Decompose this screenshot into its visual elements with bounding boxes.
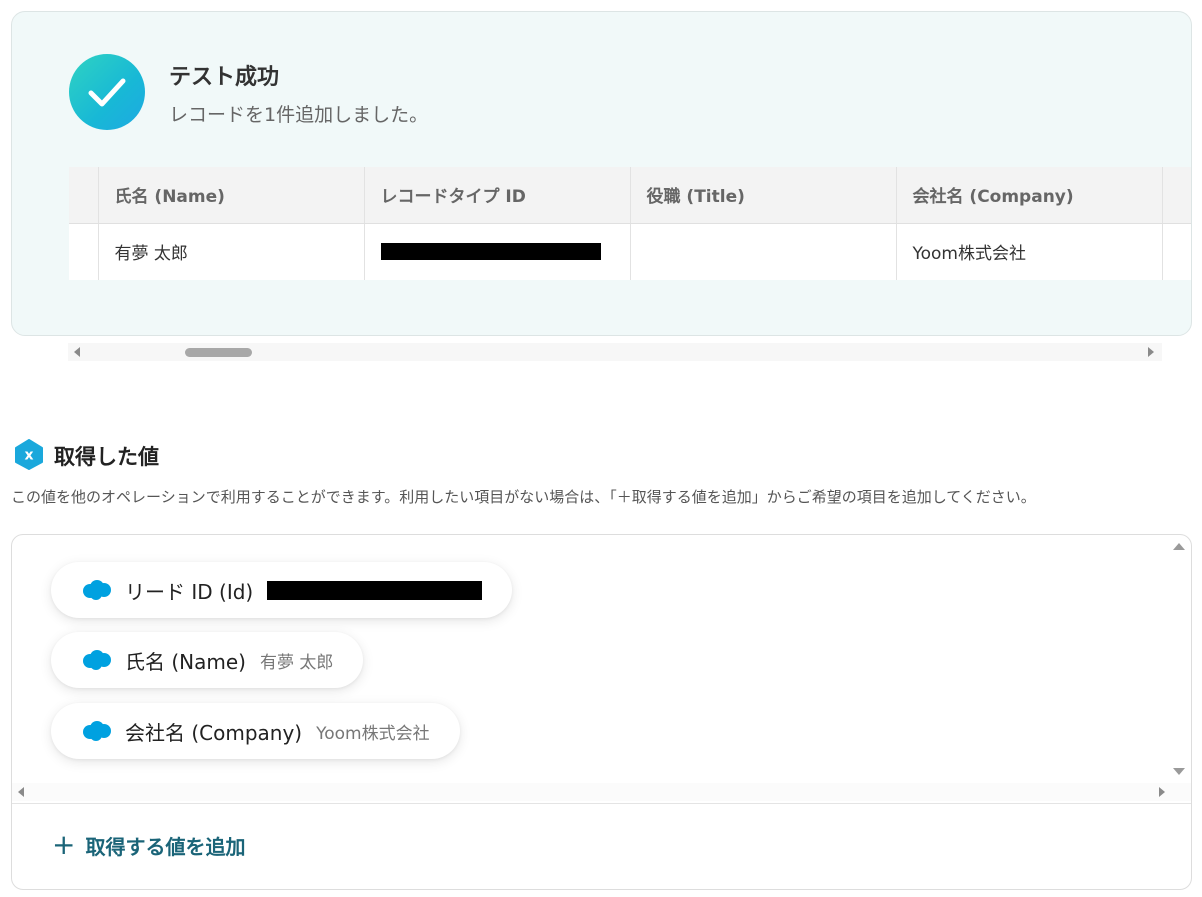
acquired-values-panel: リード ID (Id) 氏名 (Name) 有夢 太郎 会社名 (Company…	[11, 534, 1192, 890]
table-header-row: 氏名 (Name) レコードタイプ ID 役職 (Title) 会社名 (Com…	[69, 167, 1191, 224]
add-value-label: 取得する値を追加	[85, 834, 246, 859]
test-success-card: テスト成功 レコードを1件追加しました。 氏名 (Name) レコードタイプ I…	[11, 11, 1192, 336]
column-header: 役職 (Title)	[629, 167, 896, 224]
success-message: レコードを1件追加しました。	[169, 104, 429, 126]
scroll-left-icon[interactable]	[18, 787, 24, 797]
scroll-up-icon[interactable]	[1173, 543, 1185, 550]
add-value-button[interactable]: + 取得する値を追加	[52, 825, 245, 865]
section-description: この値を他のオペレーションで利用することができます。利用したい項目がない場合は、…	[11, 488, 1036, 506]
divider	[12, 803, 1191, 804]
column-header: レコードタイプ ID	[363, 167, 630, 224]
row-index-cell	[69, 223, 98, 280]
table-cell-redacted	[363, 223, 630, 280]
plus-icon: +	[52, 828, 76, 861]
value-chip-label: 氏名 (Name)	[125, 649, 246, 674]
table-cell	[629, 223, 896, 280]
salesforce-cloud-icon	[83, 650, 111, 670]
scroll-right-icon[interactable]	[1159, 787, 1165, 797]
value-chip-lead-id[interactable]: リード ID (Id)	[51, 562, 513, 618]
table-horizontal-scrollbar[interactable]	[68, 343, 1162, 361]
result-table: 氏名 (Name) レコードタイプ ID 役職 (Title) 会社名 (Com…	[69, 167, 1191, 280]
scroll-right-icon[interactable]	[1148, 347, 1154, 357]
column-header: 氏名 (Name)	[97, 167, 364, 224]
value-chip-label: 会社名 (Company)	[125, 720, 303, 745]
column-header: 会社名 (Company)	[895, 167, 1162, 224]
value-chip-company[interactable]: 会社名 (Company) Yoom株式会社	[51, 703, 460, 759]
redaction-bar	[380, 243, 601, 261]
salesforce-cloud-icon	[83, 580, 111, 600]
table-cell: Yoom株式会社	[895, 223, 1162, 280]
table-cell-overflow	[1161, 223, 1191, 280]
value-chip-label: リード ID (Id)	[125, 579, 254, 604]
panel-horizontal-scrollbar[interactable]	[12, 783, 1191, 801]
row-index-header	[69, 167, 98, 224]
svg-text:x: x	[24, 448, 33, 464]
scroll-down-icon[interactable]	[1173, 768, 1185, 775]
value-chip-value: Yoom株式会社	[316, 723, 430, 744]
table-row: 有夢 太郎 Yoom株式会社	[69, 223, 1191, 280]
redaction-bar	[267, 580, 483, 600]
scroll-left-icon[interactable]	[74, 347, 80, 357]
table-cell: 有夢 太郎	[97, 223, 364, 280]
value-chip-name[interactable]: 氏名 (Name) 有夢 太郎	[51, 632, 364, 688]
yoom-x-icon: x	[15, 439, 43, 470]
success-title: テスト成功	[169, 65, 280, 90]
column-header-overflow	[1161, 167, 1191, 224]
scrollbar-thumb[interactable]	[185, 348, 252, 357]
salesforce-cloud-icon	[83, 721, 111, 741]
section-title: 取得した値	[54, 445, 159, 469]
check-icon	[69, 54, 145, 130]
value-chip-value: 有夢 太郎	[259, 652, 334, 673]
